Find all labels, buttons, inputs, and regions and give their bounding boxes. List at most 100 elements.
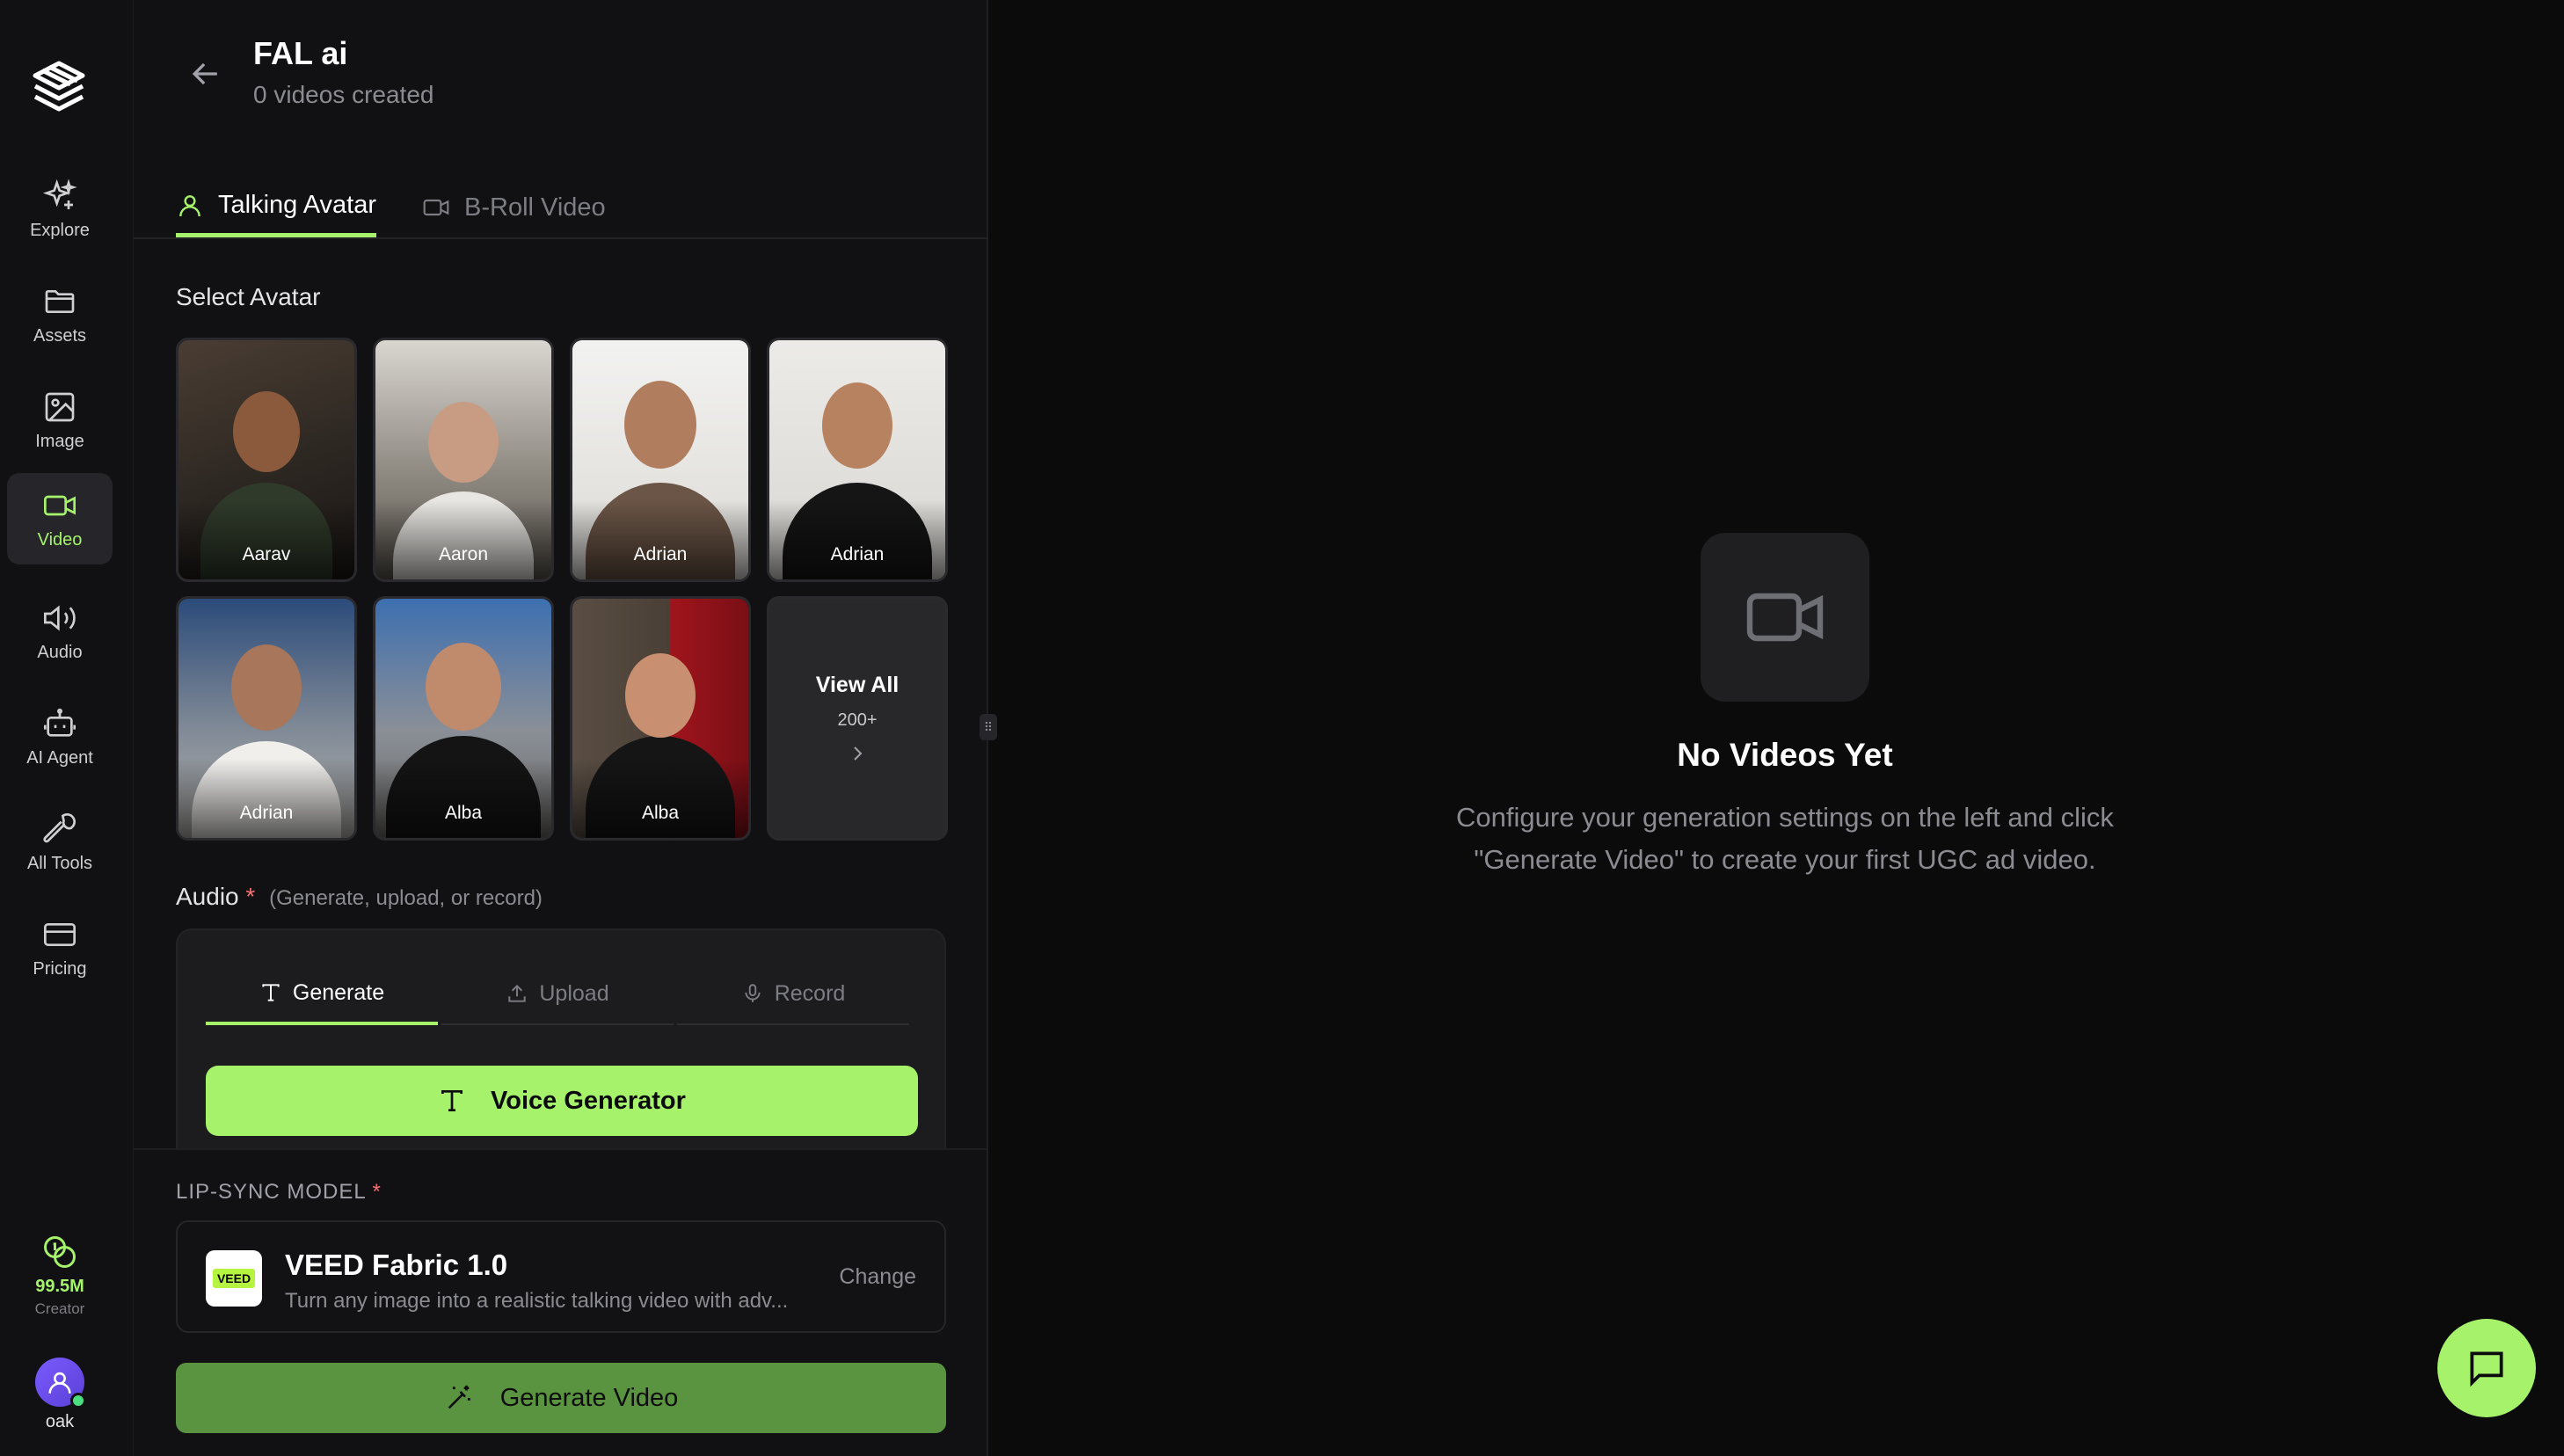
avatar-count: 200+	[837, 710, 878, 730]
button-label: Voice Generator	[491, 1086, 686, 1115]
robot-icon	[44, 708, 76, 737]
settings-panel: FAL ai 0 videos created Talking Avatar B…	[134, 0, 988, 1456]
online-status-dot	[70, 1393, 86, 1409]
change-model-button[interactable]: Change	[839, 1264, 916, 1290]
tab-label: Record	[774, 980, 846, 1006]
avatar-card[interactable]: Adrian	[570, 338, 751, 582]
nav-label: Pricing	[33, 958, 87, 979]
nav-item-assets[interactable]: Assets	[7, 269, 113, 360]
veed-logo: VEED	[206, 1250, 262, 1307]
nav-item-audio[interactable]: Audio	[7, 586, 113, 677]
nav-item-image[interactable]: Image	[7, 375, 113, 466]
magic-wand-icon	[448, 1385, 470, 1409]
empty-video-icon	[1701, 533, 1869, 702]
chevron-right-icon	[854, 746, 863, 761]
credit-card-icon	[44, 922, 76, 946]
text-icon	[262, 984, 280, 1001]
nav-label: Explore	[30, 220, 90, 240]
audio-panel: Generate Upload Record Voice Generator	[176, 928, 946, 1148]
nav-label: Image	[35, 431, 84, 451]
mode-tabs: Talking Avatar B-Roll Video	[134, 167, 988, 239]
generate-video-button[interactable]: Generate Video	[176, 1363, 946, 1433]
veed-logo-text: VEED	[212, 1269, 256, 1288]
app-logo[interactable]	[30, 58, 88, 120]
avatar-name: Adrian	[239, 803, 294, 823]
video-icon	[423, 199, 449, 216]
nav-label: Audio	[37, 642, 83, 662]
audio-tab-upload[interactable]: Upload	[441, 964, 674, 1025]
avatar-card[interactable]: Adrian	[176, 596, 357, 841]
avatar-card[interactable]: Adrian	[767, 338, 948, 582]
chat-bubble-icon	[2470, 1351, 2503, 1387]
microphone-icon	[745, 984, 761, 1002]
lipsync-label-text: LIP-SYNC MODEL	[176, 1180, 366, 1204]
left-rail: Explore Assets Image Video Audio AI Agen…	[0, 0, 134, 1456]
view-all-avatars-button[interactable]: View All 200+	[767, 596, 948, 841]
video-count: 0 videos created	[253, 81, 434, 108]
back-button[interactable]	[186, 55, 225, 93]
select-avatar-label: Select Avatar	[176, 283, 321, 310]
folder-icon	[45, 289, 75, 313]
avatar-name: Adrian	[830, 544, 885, 564]
avatar-name: Alba	[641, 803, 680, 823]
tab-label: Generate	[292, 979, 385, 1005]
tab-label: B-Roll Video	[464, 193, 606, 222]
voice-generator-button[interactable]: Voice Generator	[206, 1066, 918, 1136]
model-selector[interactable]: VEED VEED Fabric 1.0 Turn any image into…	[176, 1220, 946, 1333]
lipsync-label: LIP-SYNC MODEL *	[176, 1180, 382, 1205]
nav-item-video[interactable]: Video	[7, 473, 113, 564]
model-description: Turn any image into a realistic talking …	[285, 1289, 789, 1313]
tab-talking-avatar[interactable]: Talking Avatar	[176, 178, 377, 237]
coins-icon	[44, 1236, 76, 1268]
nav-label: AI Agent	[26, 747, 93, 768]
username: oak	[45, 1412, 75, 1431]
avatar-card[interactable]: Aarav	[176, 338, 357, 582]
plan-tier: Creator	[34, 1300, 85, 1317]
view-all-label: View All	[815, 673, 900, 697]
panel-resize-handle[interactable]: ⠿	[980, 714, 997, 740]
image-icon	[45, 392, 75, 421]
sparkles-icon	[42, 178, 77, 209]
user-menu[interactable]: oak	[0, 1358, 120, 1432]
empty-state-description: Configure your generation settings on th…	[1456, 802, 2114, 875]
page-title: FAL ai	[253, 35, 348, 71]
empty-state-title: No Videos Yet	[1677, 737, 1893, 773]
nav-item-explore[interactable]: Explore	[7, 164, 113, 255]
tab-broll-video[interactable]: B-Roll Video	[422, 178, 606, 237]
user-icon	[48, 1372, 71, 1394]
model-footer: LIP-SYNC MODEL * VEED VEED Fabric 1.0 Tu…	[134, 1148, 987, 1456]
credits-balance[interactable]: 99.5M Creator	[0, 1233, 120, 1318]
audio-tab-generate[interactable]: Generate	[206, 964, 438, 1025]
text-icon	[441, 1090, 463, 1111]
video-icon	[44, 495, 76, 515]
required-marker: *	[245, 883, 256, 910]
avatar-card[interactable]: Alba	[373, 596, 554, 841]
audio-hint: (Generate, upload, or record)	[269, 886, 543, 910]
speaker-icon	[44, 605, 76, 630]
upload-icon	[508, 984, 527, 1002]
avatar-name: Adrian	[633, 544, 688, 564]
avatar-name: Alba	[444, 803, 483, 823]
nav-item-ai-agent[interactable]: AI Agent	[7, 691, 113, 783]
nav-label: Assets	[33, 325, 87, 346]
tab-label: Talking Avatar	[218, 191, 377, 219]
user-icon	[179, 194, 200, 216]
credits-amount: 99.5M	[35, 1277, 84, 1296]
avatar-name: Aaron	[438, 544, 489, 564]
avatar-card[interactable]: Alba	[570, 596, 751, 841]
nav-item-all-tools[interactable]: All Tools	[7, 797, 113, 888]
avatar	[35, 1358, 86, 1409]
avatar-name: Aarav	[242, 544, 291, 564]
nav-label: All Tools	[26, 853, 93, 873]
avatar-card[interactable]: Aaron	[373, 338, 554, 582]
button-label: Generate Video	[499, 1383, 679, 1412]
tab-label: Upload	[539, 980, 609, 1006]
audio-label-text: Audio	[176, 883, 239, 910]
video-icon	[1746, 593, 1824, 642]
arrow-left-icon	[192, 62, 217, 85]
nav-item-pricing[interactable]: Pricing	[7, 902, 113, 994]
chat-button[interactable]	[2437, 1319, 2536, 1417]
nav-label: Video	[37, 529, 83, 550]
required-marker: *	[372, 1180, 382, 1204]
audio-tab-record[interactable]: Record	[677, 964, 909, 1025]
